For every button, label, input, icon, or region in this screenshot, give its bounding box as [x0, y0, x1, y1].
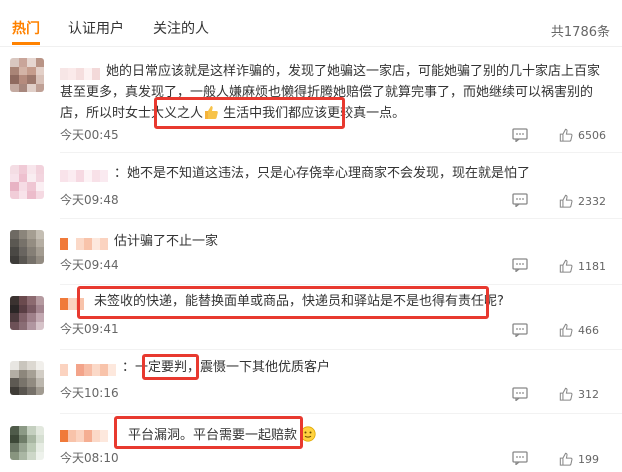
- comment-time: 今天09:44: [60, 258, 119, 272]
- avatar[interactable]: [10, 296, 44, 330]
- like-button[interactable]: 6506: [559, 127, 606, 143]
- row-divider: [60, 218, 622, 219]
- like-button[interactable]: 199: [559, 451, 599, 467]
- comment-time: 今天09:48: [60, 193, 119, 207]
- reply-icon[interactable]: [512, 193, 528, 207]
- thumbs-up-icon: [559, 452, 573, 466]
- username-blurred[interactable]: [60, 66, 100, 80]
- avatar[interactable]: [10, 230, 44, 264]
- like-button[interactable]: 2332: [559, 193, 606, 209]
- comment-text: 估计骗了不止一家: [60, 231, 608, 252]
- tab-following[interactable]: 关注的人: [153, 20, 209, 38]
- red-highlight-box: [142, 354, 199, 380]
- comment-time: 今天10:16: [60, 386, 119, 400]
- like-button[interactable]: 312: [559, 386, 599, 402]
- row-divider: [60, 349, 622, 350]
- like-count: 2332: [578, 194, 606, 208]
- reply-icon[interactable]: [512, 128, 528, 142]
- row-divider: [60, 413, 622, 414]
- comment-body: ，震慑一下其他优质客户: [187, 360, 331, 375]
- comment-tabs: 热门 认证用户 关注的人 共1786条: [0, 0, 622, 45]
- thumbs-up-icon: [559, 387, 573, 401]
- thumbs-up-icon: [559, 259, 573, 273]
- row-divider: [60, 152, 622, 153]
- tab-hot[interactable]: 热门: [12, 20, 40, 38]
- total-count: 共1786条: [550, 25, 610, 40]
- avatar[interactable]: [10, 58, 44, 92]
- row-divider: [60, 284, 622, 285]
- like-count: 6506: [578, 128, 606, 142]
- red-highlight-box: [154, 97, 345, 129]
- thumbs-up-icon: [559, 194, 573, 208]
- like-count: 312: [578, 387, 599, 401]
- like-button[interactable]: 1181: [559, 258, 606, 274]
- avatar[interactable]: [10, 426, 44, 460]
- active-tab-indicator: [12, 42, 40, 45]
- reply-icon[interactable]: [512, 258, 528, 272]
- like-count: 466: [578, 323, 599, 337]
- comment-time: 今天00:45: [60, 128, 119, 142]
- comment-prefix: ：: [122, 360, 136, 375]
- like-count: 1181: [578, 259, 606, 273]
- like-count: 199: [578, 452, 599, 466]
- comment-time: 今天09:41: [60, 322, 119, 336]
- comment-body: 估计骗了不止一家: [114, 234, 219, 249]
- reply-icon[interactable]: [512, 387, 528, 401]
- red-highlight-box: [77, 286, 489, 319]
- red-highlight-box: [114, 416, 303, 449]
- avatar[interactable]: [10, 165, 44, 199]
- comment-body: ：她不是不知道这违法，只是心存侥幸心理商家不会发现，现在就是怕了: [114, 166, 531, 181]
- thumbs-up-icon: [559, 323, 573, 337]
- reply-icon[interactable]: [512, 451, 528, 465]
- reply-icon[interactable]: [512, 323, 528, 337]
- tabs-divider: [0, 46, 622, 47]
- username-blurred[interactable]: [60, 362, 116, 376]
- username-blurred[interactable]: [60, 236, 108, 250]
- like-button[interactable]: 466: [559, 322, 599, 338]
- avatar[interactable]: [10, 361, 44, 395]
- tab-verified-users[interactable]: 认证用户: [68, 20, 124, 38]
- thumbs-up-icon: [559, 128, 573, 142]
- comment-text: ：她不是不知道这违法，只是心存侥幸心理商家不会发现，现在就是怕了: [60, 163, 608, 184]
- username-blurred[interactable]: [60, 168, 108, 182]
- comment-time: 今天08:10: [60, 451, 119, 465]
- username-blurred[interactable]: [60, 427, 108, 442]
